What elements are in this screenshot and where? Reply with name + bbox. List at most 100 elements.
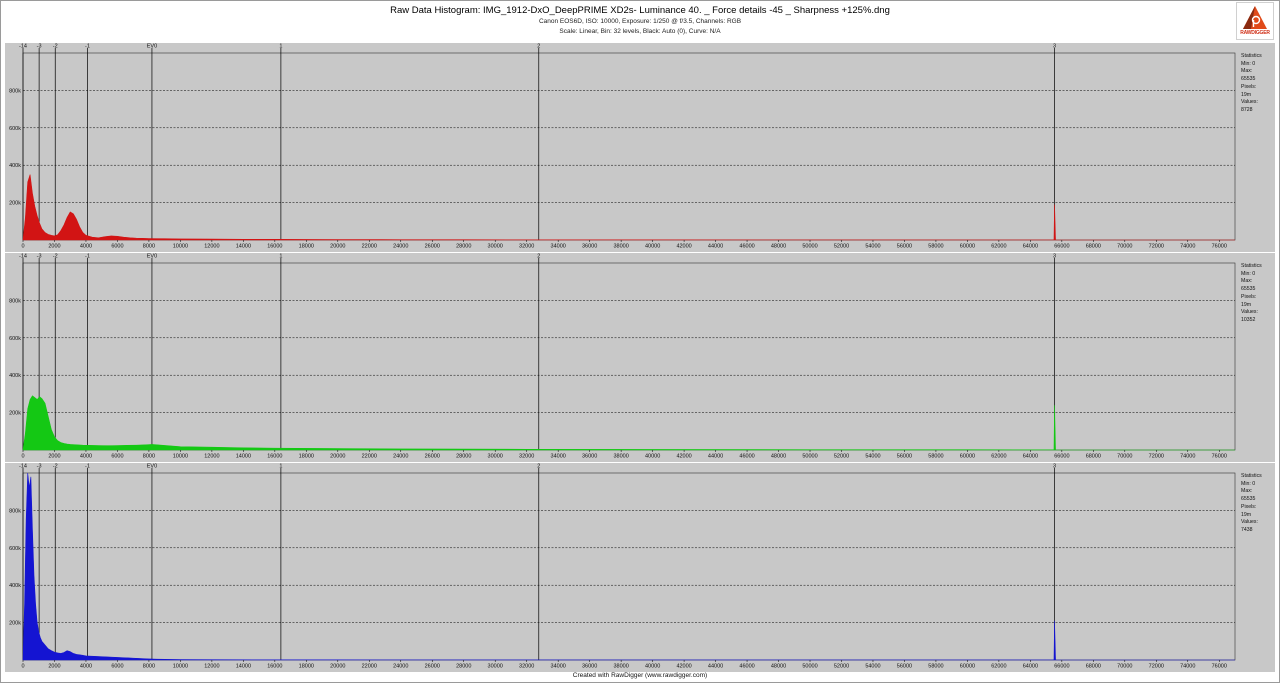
red-x-tick-label: 16000	[267, 244, 282, 250]
red-x-tick-label: 76000	[1212, 244, 1227, 250]
blue-x-tick-label: 38000	[613, 664, 628, 670]
red-x-tick-label: 20000	[330, 244, 345, 250]
red-x-tick-label: 24000	[393, 244, 408, 250]
green-histogram-area	[22, 395, 1235, 451]
green-x-tick-label: 72000	[1149, 454, 1164, 460]
green-x-tick-label: 58000	[928, 454, 943, 460]
green-y-tick-label: 600k	[9, 336, 21, 342]
green-x-tick-label: 12000	[204, 454, 219, 460]
blue-x-tick-label: 48000	[771, 664, 786, 670]
red-x-tick-label: 56000	[897, 244, 912, 250]
blue-x-tick-label: 18000	[299, 664, 314, 670]
green-x-tick-label: 52000	[834, 454, 849, 460]
green-ev-label: 1	[279, 254, 282, 260]
green-x-tick-label: 70000	[1117, 454, 1132, 460]
blue-x-tick-label: 54000	[865, 664, 880, 670]
blue-x-tick-label: 60000	[960, 664, 975, 670]
green-ev-label: -14	[19, 254, 27, 260]
red-x-tick-label: 72000	[1149, 244, 1164, 250]
blue-x-tick-label: 46000	[739, 664, 754, 670]
blue-ev-label: -3	[37, 464, 42, 470]
red-x-tick-label: 42000	[676, 244, 691, 250]
blue-x-tick-label: 20000	[330, 664, 345, 670]
green-x-tick-label: 50000	[802, 454, 817, 460]
green-plot-frame	[22, 262, 1236, 451]
red-x-tick-label: 14000	[236, 244, 251, 250]
green-x-tick-label: 34000	[551, 454, 566, 460]
red-x-tick-label: 4000	[80, 244, 92, 250]
green-ev-label: EV0	[147, 254, 157, 260]
blue-ev-label: -1	[85, 464, 90, 470]
blue-x-tick-label: 36000	[582, 664, 597, 670]
blue-x-tick-label: 32000	[519, 664, 534, 670]
blue-x-tick-label: 28000	[456, 664, 471, 670]
blue-x-tick-label: 58000	[928, 664, 943, 670]
red-x-tick-label: 6000	[111, 244, 123, 250]
blue-x-tick-label: 68000	[1086, 664, 1101, 670]
blue-x-tick-label: 0	[21, 664, 24, 670]
green-ev-label: -1	[85, 254, 90, 260]
green-ev-label: 2	[537, 254, 540, 260]
blue-x-tick-label: 10000	[173, 664, 188, 670]
green-x-tick-label: 6000	[111, 454, 123, 460]
red-x-tick-label: 12000	[204, 244, 219, 250]
blue-x-tick-label: 30000	[488, 664, 503, 670]
blue-x-tick-label: 66000	[1054, 664, 1069, 670]
red-x-tick-label: 26000	[425, 244, 440, 250]
histogram-canvas: 200k 400k 600k 800k -14 -3 -2 -1 EV0 1 2 3 0 2000 4000…	[9, 44, 1236, 670]
blue-x-tick-label: 22000	[362, 664, 377, 670]
blue-x-tick-label: 72000	[1149, 664, 1164, 670]
green-x-tick-label: 4000	[80, 454, 92, 460]
blue-x-tick-label: 44000	[708, 664, 723, 670]
red-y-tick-label: 400k	[9, 163, 21, 169]
green-x-tick-label: 2000	[48, 454, 60, 460]
red-ev-label: 3	[1053, 44, 1056, 50]
red-x-tick-label: 74000	[1180, 244, 1195, 250]
green-x-tick-label: 22000	[362, 454, 377, 460]
blue-x-tick-label: 6000	[111, 664, 123, 670]
blue-x-tick-label: 34000	[551, 664, 566, 670]
green-x-tick-label: 66000	[1054, 454, 1069, 460]
blue-x-tick-label: 50000	[802, 664, 817, 670]
green-y-tick-label: 400k	[9, 373, 21, 379]
blue-x-tick-label: 56000	[897, 664, 912, 670]
green-x-tick-label: 76000	[1212, 454, 1227, 460]
green-x-tick-label: 74000	[1180, 454, 1195, 460]
green-x-tick-label: 20000	[330, 454, 345, 460]
red-x-tick-label: 8000	[143, 244, 155, 250]
blue-plot-frame	[22, 472, 1236, 661]
blue-x-tick-label: 76000	[1212, 664, 1227, 670]
red-x-tick-label: 18000	[299, 244, 314, 250]
red-x-tick-label: 10000	[173, 244, 188, 250]
green-x-tick-label: 60000	[960, 454, 975, 460]
red-y-tick-label: 600k	[9, 126, 21, 132]
green-x-tick-label: 28000	[456, 454, 471, 460]
green-ev-label: -2	[53, 254, 58, 260]
green-x-tick-label: 44000	[708, 454, 723, 460]
red-ev-label: EV0	[147, 44, 157, 50]
red-x-tick-label: 50000	[802, 244, 817, 250]
red-x-tick-label: 62000	[991, 244, 1006, 250]
blue-ev-label: -2	[53, 464, 58, 470]
green-x-tick-label: 68000	[1086, 454, 1101, 460]
red-x-tick-label: 0	[21, 244, 24, 250]
blue-x-tick-label: 52000	[834, 664, 849, 670]
red-x-tick-label: 48000	[771, 244, 786, 250]
green-x-tick-label: 38000	[613, 454, 628, 460]
red-x-tick-label: 54000	[865, 244, 880, 250]
red-ev-label: -1	[85, 44, 90, 50]
blue-x-tick-label: 64000	[1023, 664, 1038, 670]
red-x-tick-label: 46000	[739, 244, 754, 250]
red-ev-label: 2	[537, 44, 540, 50]
green-x-tick-label: 14000	[236, 454, 251, 460]
green-x-tick-label: 48000	[771, 454, 786, 460]
red-ev-label: -2	[53, 44, 58, 50]
red-x-tick-label: 52000	[834, 244, 849, 250]
red-plot-frame	[22, 52, 1236, 241]
green-x-tick-label: 18000	[299, 454, 314, 460]
red-y-tick-label: 800k	[9, 88, 21, 94]
blue-histogram-area	[22, 472, 1235, 661]
green-x-tick-label: 56000	[897, 454, 912, 460]
red-x-tick-label: 32000	[519, 244, 534, 250]
green-x-tick-label: 30000	[488, 454, 503, 460]
